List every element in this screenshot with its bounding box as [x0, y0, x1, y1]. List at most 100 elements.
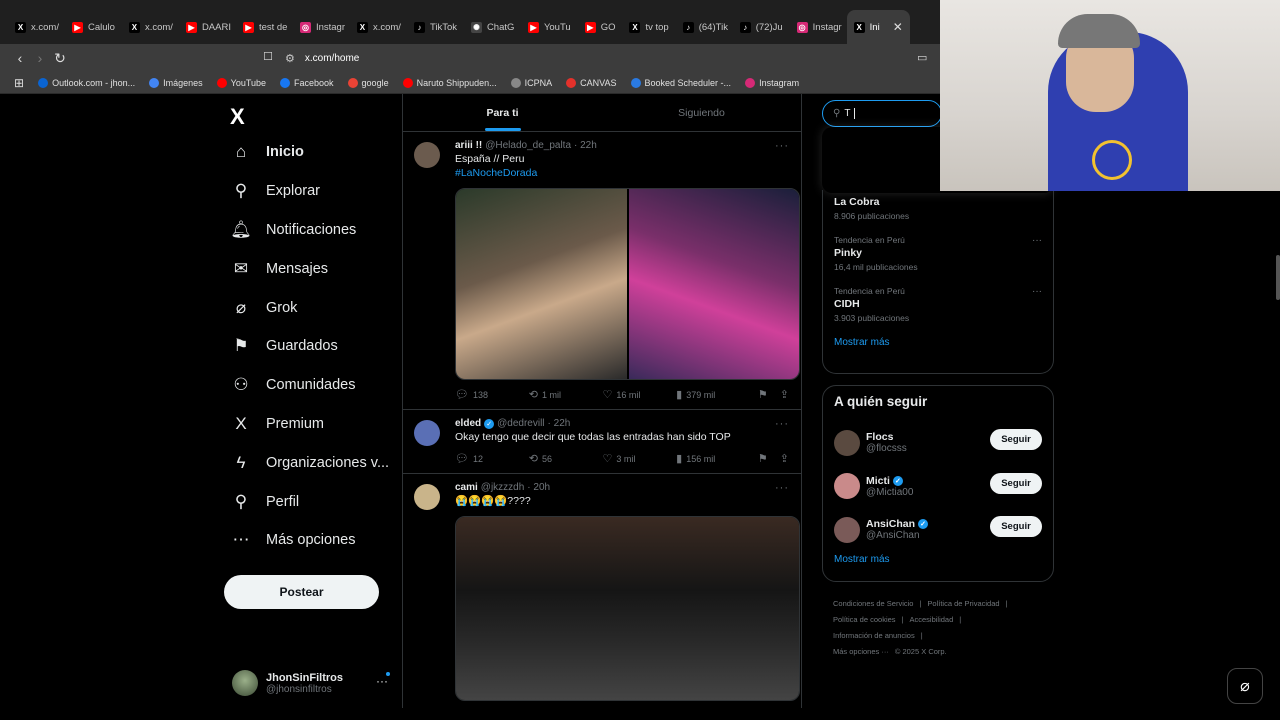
- footer-link[interactable]: Política de Privacidad: [927, 599, 999, 608]
- browser-tab[interactable]: Xx.com/: [350, 10, 407, 44]
- follow-suggestion[interactable]: Micti ✓ @Mictia00 Seguir: [834, 465, 1042, 509]
- tweet-hashtag-link[interactable]: #LaNocheDorada: [455, 166, 789, 180]
- tweet-media[interactable]: [455, 188, 800, 380]
- browser-tab[interactable]: Xtv top: [622, 10, 675, 44]
- like-button[interactable]: ♡ 16 mil: [602, 388, 676, 401]
- avatar[interactable]: [834, 473, 860, 500]
- trend-item[interactable]: Tendencia en Perú ··· Pinky 16,4 mil public…: [834, 235, 1042, 272]
- bookmark-item[interactable]: YouTube: [216, 77, 266, 88]
- tweet-media[interactable]: [455, 516, 800, 701]
- account-switcher[interactable]: JhonSinFiltros @jhonsinfiltros ···: [232, 668, 392, 698]
- post-button[interactable]: Postear: [224, 575, 379, 609]
- nav-item-más-opciones[interactable]: ⋯ Más opciones: [230, 521, 400, 560]
- tweet-more-icon[interactable]: ···: [775, 140, 789, 152]
- tweet[interactable]: elded ✓ @dedrevill · 22h ··· Okay tengo que d…: [403, 410, 801, 474]
- nav-item-premium[interactable]: X Premium: [230, 405, 400, 444]
- browser-tab[interactable]: ▶ DAARI: [179, 10, 236, 44]
- trend-item[interactable]: La Cobra 8.906 publicaciones: [834, 196, 1042, 221]
- follow-button[interactable]: Seguir: [990, 429, 1042, 450]
- tweet[interactable]: cami @jkzzzdh · 20h ··· 😭😭😭😭????: [403, 474, 801, 708]
- footer-link[interactable]: Información de anuncios: [833, 631, 915, 640]
- apps-grid-icon[interactable]: ⊞: [14, 76, 24, 90]
- tweet-author-name[interactable]: ariii !!: [455, 140, 482, 151]
- tweet[interactable]: ariii !! @Helado_de_palta · 22h ··· España /…: [403, 132, 801, 410]
- browser-tab[interactable]: ▶ test de: [236, 10, 293, 44]
- follow-button[interactable]: Seguir: [990, 472, 1042, 494]
- account-more-icon[interactable]: ···: [376, 674, 388, 688]
- nav-item-inicio[interactable]: ⌂ Inicio: [230, 133, 400, 172]
- bookmark-item[interactable]: Outlook.com - jhon...: [38, 77, 135, 88]
- nav-item-guardados[interactable]: ⚑ Guardados: [230, 327, 400, 366]
- avatar[interactable]: [414, 142, 440, 168]
- browser-tab[interactable]: Xx.com/: [122, 10, 179, 44]
- footer-link[interactable]: Condiciones de Servicio: [833, 599, 913, 608]
- cast-icon[interactable]: ▭: [917, 51, 927, 64]
- reload-icon[interactable]: ↻: [50, 50, 70, 67]
- tweet-author-handle[interactable]: @jkzzzdh: [481, 482, 525, 493]
- tweet-author-name[interactable]: cami: [455, 482, 478, 493]
- nav-item-mensajes[interactable]: ✉ Mensajes: [230, 249, 400, 288]
- back-icon[interactable]: ‹: [10, 50, 30, 66]
- bookmark-item[interactable]: Imágenes: [149, 77, 203, 88]
- trend-more-icon[interactable]: ···: [1032, 235, 1042, 246]
- avatar[interactable]: [414, 484, 440, 510]
- follow-suggestion[interactable]: AnsiChan ✓ @AnsiChan Seguir: [834, 508, 1042, 552]
- retweet-button[interactable]: ⟲ 1 mil: [529, 388, 603, 401]
- bookmark-star-icon[interactable]: ☐: [258, 50, 278, 63]
- tweet-time[interactable]: · 22h: [574, 140, 597, 151]
- tweet-more-icon[interactable]: ···: [775, 418, 789, 430]
- bookmark-icon[interactable]: ⚑: [758, 452, 768, 465]
- bookmark-item[interactable]: Booked Scheduler -...: [630, 77, 731, 88]
- views-button[interactable]: ▮ 156 mil: [676, 452, 750, 465]
- browser-tab[interactable]: ♪ (72)Ju: [733, 10, 790, 44]
- nav-item-organizaciones-v[interactable]: ϟ Organizaciones v...: [230, 443, 400, 482]
- browser-tab[interactable]: ◎ Instagr: [790, 10, 847, 44]
- like-button[interactable]: ♡ 3 mil: [602, 452, 676, 465]
- nav-item-comunidades[interactable]: ⚇ Comunidades: [230, 366, 400, 405]
- tweet-time[interactable]: · 22h: [548, 418, 571, 429]
- browser-tab[interactable]: ◎ Instagr: [293, 10, 350, 44]
- bookmark-item[interactable]: CANVAS: [566, 77, 617, 88]
- follow-button[interactable]: Seguir: [990, 516, 1042, 537]
- address-bar[interactable]: ⚙ x.com/home: [285, 47, 935, 69]
- tab-siguiendo[interactable]: Siguiendo: [602, 94, 801, 131]
- tweet-more-icon[interactable]: ···: [775, 482, 789, 494]
- bookmark-item[interactable]: google: [347, 77, 389, 88]
- footer-link[interactable]: Política de cookies: [833, 615, 896, 624]
- browser-tab[interactable]: ▶ Calulo: [65, 10, 122, 44]
- nav-item-perfil[interactable]: ⚲ Perfil: [230, 482, 400, 521]
- site-info-icon[interactable]: ⚙: [285, 52, 295, 65]
- bookmark-item[interactable]: Naruto Shippuden...: [402, 77, 497, 88]
- tweet-time[interactable]: · 20h: [527, 482, 550, 493]
- avatar[interactable]: [834, 516, 860, 543]
- reply-button[interactable]: 💬︎ 138: [455, 388, 529, 401]
- nav-item-explorar[interactable]: ⚲ Explorar: [230, 172, 400, 211]
- nav-item-notificaciones[interactable]: 🔔︎ Notificaciones: [230, 211, 400, 250]
- tweet-media-photo[interactable]: [456, 517, 799, 700]
- follow-show-more-link[interactable]: Mostrar más: [834, 554, 1042, 565]
- tab-para-ti[interactable]: Para ti: [403, 94, 602, 131]
- share-icon[interactable]: ⇪: [780, 388, 789, 401]
- footer-link[interactable]: © 2025 X Corp.: [895, 647, 947, 656]
- browser-tab[interactable]: ♪ TikTok: [407, 10, 464, 44]
- bookmark-item[interactable]: Facebook: [280, 77, 334, 88]
- avatar[interactable]: [834, 429, 860, 456]
- close-tab-icon[interactable]: ✕: [893, 20, 903, 34]
- retweet-button[interactable]: ⟲ 56: [529, 452, 603, 465]
- nav-item-grok[interactable]: ⌀ Grok: [230, 288, 400, 327]
- footer-link[interactable]: Accesibilidad: [910, 615, 954, 624]
- bookmark-item[interactable]: ICPNA: [510, 77, 552, 88]
- browser-tab[interactable]: ✺ ChatG: [464, 10, 521, 44]
- bookmark-icon[interactable]: ⚑: [758, 388, 768, 401]
- tweet-media-photo-right[interactable]: [626, 189, 799, 379]
- tweet-media-photo-left[interactable]: [456, 189, 627, 379]
- x-logo-icon[interactable]: X: [230, 104, 245, 130]
- browser-tab[interactable]: Xx.com/: [8, 10, 65, 44]
- browser-tab[interactable]: ♪ (64)Tik: [676, 10, 733, 44]
- tweet-author-handle[interactable]: @dedrevill: [497, 418, 544, 429]
- bookmark-item[interactable]: Instagram: [745, 77, 799, 88]
- trend-more-icon[interactable]: ···: [1032, 286, 1042, 297]
- avatar[interactable]: [414, 420, 440, 446]
- trend-item[interactable]: Tendencia en Perú ··· CIDH 3.903 publicacio…: [834, 286, 1042, 323]
- scrollbar-thumb[interactable]: [1276, 255, 1280, 300]
